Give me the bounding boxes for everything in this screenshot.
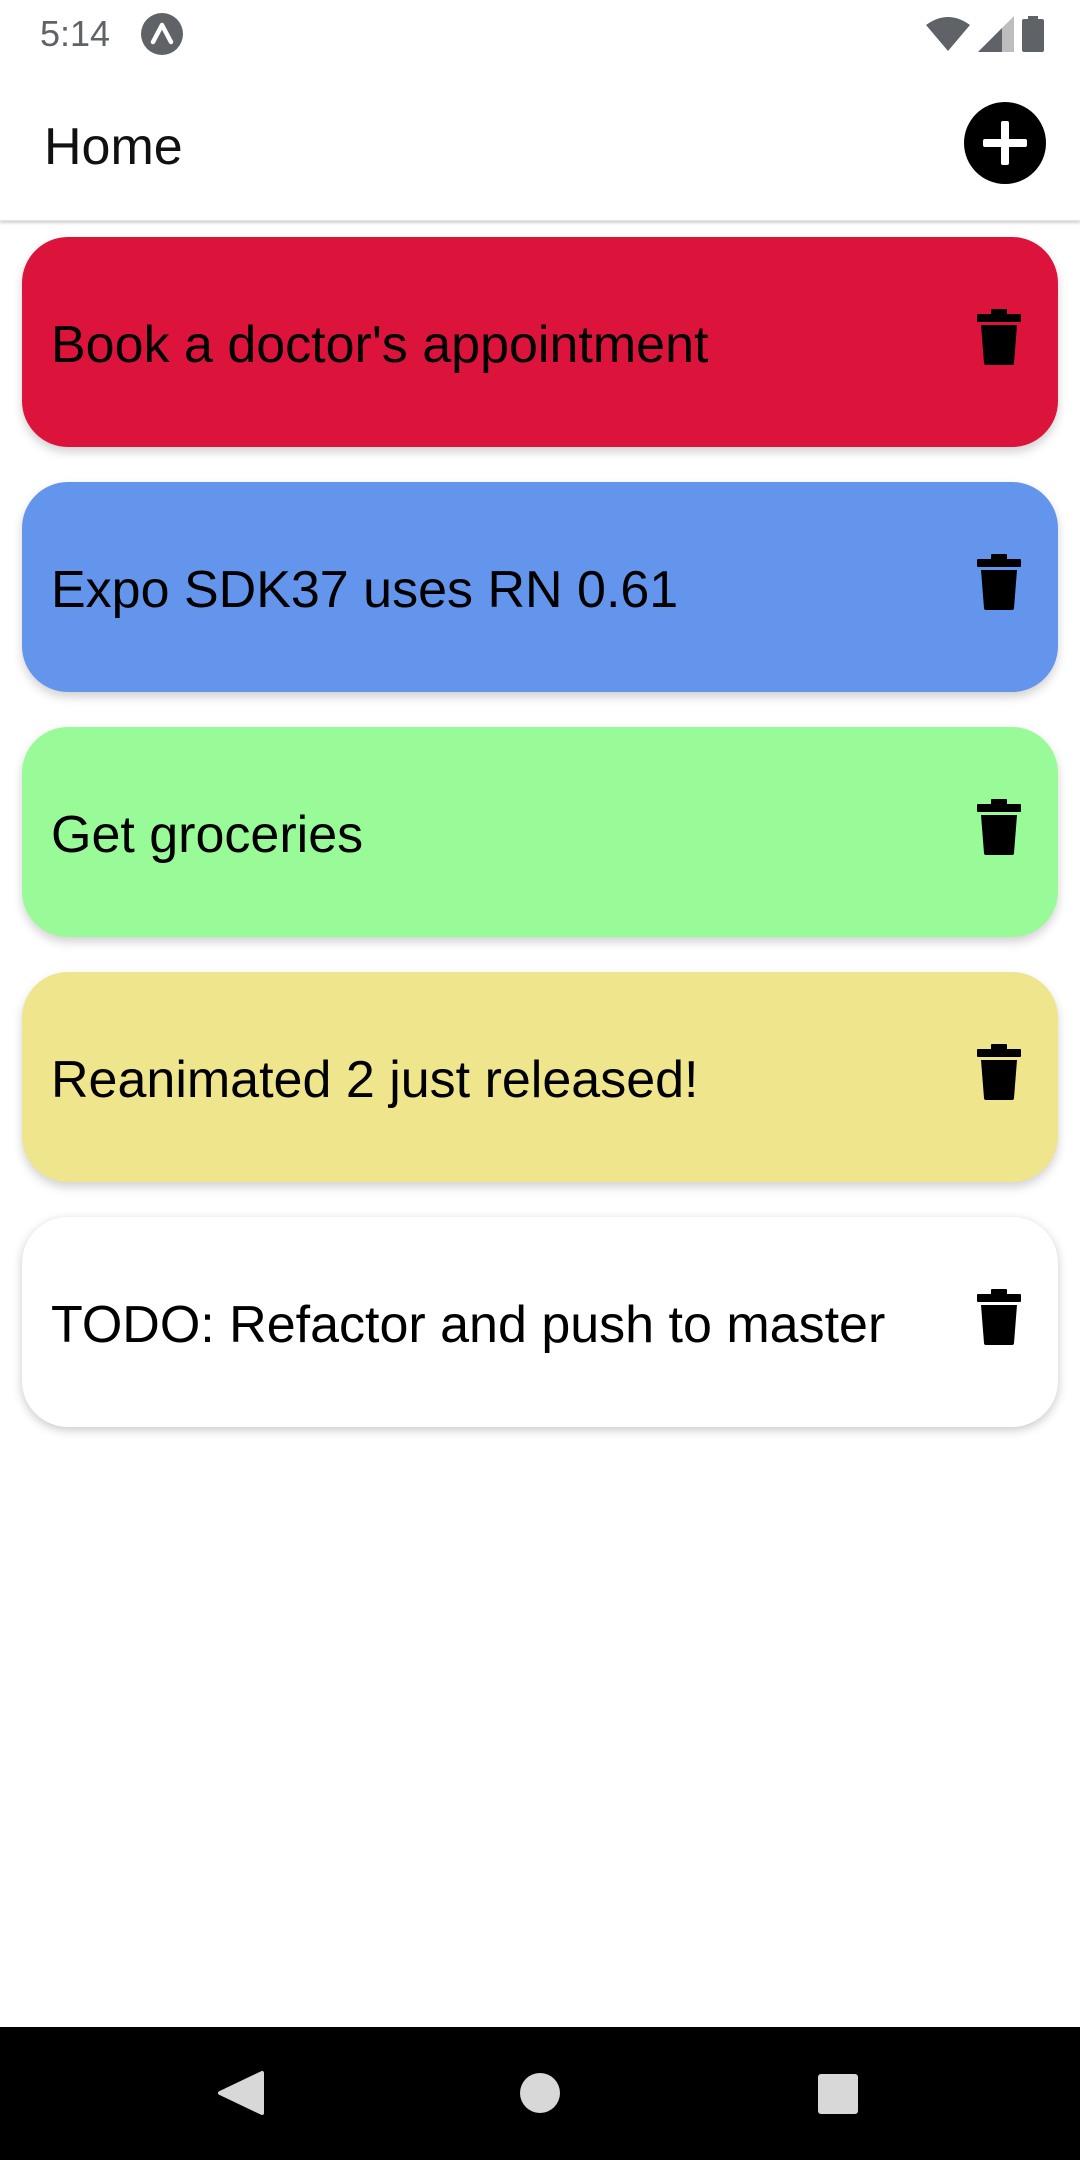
expo-icon	[141, 13, 183, 55]
status-icons	[926, 14, 1044, 54]
note-text: Expo SDK37 uses RN 0.61	[51, 561, 679, 619]
trash-icon[interactable]	[977, 1044, 1021, 1100]
note-text: Book a doctor's appointment	[51, 316, 709, 374]
system-nav-bar	[0, 2027, 1080, 2160]
cell-signal-icon	[978, 16, 1014, 52]
recents-square-icon[interactable]	[808, 2027, 868, 2160]
battery-icon	[1022, 16, 1044, 52]
notes-list: Book a doctor's appointment Expo SDK37 u…	[22, 237, 1058, 1462]
note-card-4[interactable]: Reanimated 2 just released!	[22, 972, 1058, 1182]
wifi-icon	[926, 17, 970, 51]
trash-icon[interactable]	[977, 1289, 1021, 1345]
app-header: Home	[0, 66, 1080, 221]
status-time: 5:14	[40, 13, 111, 54]
trash-icon[interactable]	[977, 309, 1021, 365]
add-note-button[interactable]	[964, 102, 1046, 184]
note-card-2[interactable]: Expo SDK37 uses RN 0.61	[22, 482, 1058, 692]
trash-icon[interactable]	[977, 799, 1021, 855]
home-circle-icon[interactable]	[510, 2027, 570, 2160]
page-title: Home	[44, 118, 183, 176]
note-text: Reanimated 2 just released!	[51, 1051, 699, 1109]
note-text: Get groceries	[51, 806, 364, 864]
note-card-1[interactable]: Book a doctor's appointment	[22, 237, 1058, 447]
status-bar: 5:14	[0, 0, 1080, 66]
note-text: TODO: Refactor and push to master	[51, 1296, 886, 1354]
note-card-3[interactable]: Get groceries	[22, 727, 1058, 937]
plus-circle-icon	[983, 121, 1027, 165]
note-card-5[interactable]: TODO: Refactor and push to master	[22, 1217, 1058, 1427]
back-triangle-icon[interactable]	[210, 2027, 270, 2160]
trash-icon[interactable]	[977, 554, 1021, 610]
